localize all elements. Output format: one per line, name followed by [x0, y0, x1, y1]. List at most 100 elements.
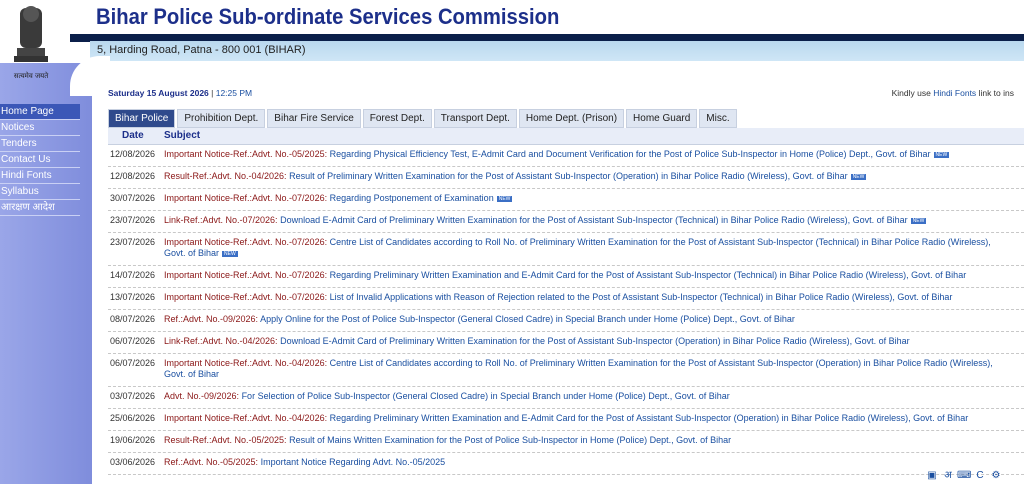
language-tool-icon[interactable]: ▣: [925, 470, 939, 482]
sidebar-item-reservation[interactable]: आरक्षण आदेश: [0, 200, 80, 216]
row-text[interactable]: Regarding Preliminary Written Examinatio…: [330, 413, 969, 423]
table-row[interactable]: 23/07/2026 Link-Ref.:Advt. No.-07/2026: D…: [108, 211, 1024, 233]
new-badge-icon: NEW: [222, 250, 238, 257]
department-tabs: Bihar Police Prohibition Dept. Bihar Fir…: [108, 109, 737, 128]
sidebar-item-tenders[interactable]: Tenders: [0, 136, 80, 152]
table-row[interactable]: 30/07/2026 Important Notice-Ref.:Advt. No…: [108, 189, 1024, 211]
row-text[interactable]: Regarding Physical Efficiency Test, E-Ad…: [330, 149, 931, 159]
sidebar-item-notices[interactable]: Notices: [0, 120, 80, 136]
tab-transport[interactable]: Transport Dept.: [433, 109, 517, 128]
keyboard-icon[interactable]: ⌨: [957, 470, 971, 482]
row-text[interactable]: Important Notice Regarding Advt. No.-05/…: [261, 457, 446, 467]
row-subject[interactable]: Important Notice-Ref.:Advt. No.-04/2026:…: [164, 413, 1010, 424]
table-row[interactable]: 13/07/2026 Important Notice-Ref.:Advt. No…: [108, 288, 1024, 310]
table-row[interactable]: 06/07/2026 Important Notice-Ref.:Advt. No…: [108, 354, 1024, 387]
row-date: 03/07/2026: [110, 391, 156, 401]
tab-home-guard[interactable]: Home Guard: [626, 109, 698, 128]
row-subject[interactable]: Ref.:Advt. No.-05/2025: Important Notice…: [164, 457, 1010, 468]
row-date: 03/06/2026: [110, 457, 156, 467]
tab-prohibition[interactable]: Prohibition Dept.: [177, 109, 266, 128]
table-row[interactable]: 08/07/2026 Ref.:Advt. No.-09/2026: Apply …: [108, 310, 1024, 332]
notice-table-header: Date Subject: [108, 128, 1024, 145]
row-subject[interactable]: Important Notice-Ref.:Advt. No.-07/2026:…: [164, 193, 1010, 204]
c-icon[interactable]: C: [973, 470, 987, 482]
row-date: 19/06/2026: [110, 435, 156, 445]
row-ref: Ref.:Advt. No.-09/2026:: [164, 314, 259, 324]
row-subject[interactable]: Important Notice-Ref.:Advt. No.-04/2026:…: [164, 358, 1010, 380]
row-text[interactable]: Result of Preliminary Written Examinatio…: [289, 171, 848, 181]
row-subject[interactable]: Link-Ref.:Advt. No.-07/2026: Download E-…: [164, 215, 1010, 226]
row-text[interactable]: Result of Mains Written Examination for …: [289, 435, 731, 445]
row-ref: Ref.:Advt. No.-05/2025:: [164, 457, 259, 467]
row-text[interactable]: For Selection of Police Sub-Inspector (G…: [242, 391, 730, 401]
hindi-font-note: Kindly use Hindi Fonts link to ins: [892, 88, 1014, 98]
hindi-note-suffix: link to ins: [978, 88, 1014, 98]
row-subject[interactable]: Ref.:Advt. No.-09/2026: Apply Online for…: [164, 314, 1010, 325]
notice-table: 12/08/2026 Important Notice-Ref.:Advt. No…: [108, 145, 1024, 475]
tab-home-prison[interactable]: Home Dept. (Prison): [518, 109, 625, 128]
address-text: 5, Harding Road, Patna - 800 001 (BIHAR): [97, 44, 306, 56]
row-ref: Important Notice-Ref.:Advt. No.-04/2026:: [164, 413, 328, 423]
table-row[interactable]: 19/06/2026 Result-Ref.:Advt. No.-05/2025:…: [108, 431, 1024, 453]
row-subject[interactable]: Important Notice-Ref.:Advt. No.-05/2025:…: [164, 149, 1010, 160]
site-title: Bihar Police Sub-ordinate Services Commi…: [96, 4, 560, 29]
row-text[interactable]: Apply Online for the Post of Police Sub-…: [260, 314, 795, 324]
current-date: Saturday 15 August 2026: [108, 88, 209, 98]
tab-forest[interactable]: Forest Dept.: [362, 109, 432, 128]
tab-fire-service[interactable]: Bihar Fire Service: [267, 109, 361, 128]
sidebar-item-syllabus[interactable]: Syllabus: [0, 184, 80, 200]
table-row[interactable]: 25/06/2026 Important Notice-Ref.:Advt. No…: [108, 409, 1024, 431]
row-subject[interactable]: Result-Ref.:Advt. No.-05/2025: Result of…: [164, 435, 1010, 446]
emblem-logo: सत्यमेव जयते: [0, 0, 62, 86]
row-subject[interactable]: Important Notice-Ref.:Advt. No.-07/2026:…: [164, 270, 1010, 281]
ashoka-emblem-icon: सत्यमेव जयते: [14, 6, 49, 80]
table-row[interactable]: 03/06/2026 Ref.:Advt. No.-05/2025: Import…: [108, 453, 1024, 475]
row-text[interactable]: Regarding Postponement of Examination: [330, 193, 494, 203]
new-badge-icon: NEW: [933, 151, 950, 158]
table-row[interactable]: 23/07/2026 Important Notice-Ref.:Advt. No…: [108, 233, 1024, 266]
row-ref: Important Notice-Ref.:Advt. No.-04/2026:: [164, 358, 328, 368]
row-text[interactable]: Download E-Admit Card of Preliminary Wri…: [280, 336, 910, 346]
row-subject[interactable]: Important Notice-Ref.:Advt. No.-07/2026:…: [164, 237, 1010, 259]
sidebar-item-contact[interactable]: Contact Us: [0, 152, 80, 168]
new-badge-icon: NEW: [850, 173, 867, 180]
row-subject[interactable]: Important Notice-Ref.:Advt. No.-07/2026:…: [164, 292, 1010, 303]
row-date: 06/07/2026: [110, 336, 156, 346]
row-date: 23/07/2026: [110, 237, 156, 247]
hindi-fonts-link[interactable]: Hindi Fonts: [933, 88, 976, 98]
column-header-subject: Subject: [164, 130, 201, 141]
sidebar-item-hindi-fonts[interactable]: Hindi Fonts: [0, 168, 80, 184]
gear-icon[interactable]: ⚙: [989, 470, 1003, 482]
column-header-date: Date: [122, 130, 144, 141]
tab-misc[interactable]: Misc.: [699, 109, 737, 128]
current-time: 12:25 PM: [215, 88, 253, 98]
bottom-toolbar: ▣ अ ⌨ C ⚙: [925, 470, 1003, 482]
new-badge-icon: NEW: [496, 195, 513, 202]
row-subject[interactable]: Result-Ref.:Advt. No.-04/2026: Result of…: [164, 171, 1010, 182]
row-ref: Important Notice-Ref.:Advt. No.-07/2026:: [164, 237, 328, 247]
row-date: 23/07/2026: [110, 215, 156, 225]
row-ref: Important Notice-Ref.:Advt. No.-05/2025:: [164, 149, 328, 159]
row-ref: Result-Ref.:Advt. No.-05/2025:: [164, 435, 287, 445]
row-text[interactable]: List of Invalid Applications with Reason…: [330, 292, 953, 302]
table-row[interactable]: 12/08/2026 Important Notice-Ref.:Advt. No…: [108, 145, 1024, 167]
table-row[interactable]: 03/07/2026 Advt. No.-09/2026: For Selecti…: [108, 387, 1024, 409]
table-row[interactable]: 14/07/2026 Important Notice-Ref.:Advt. No…: [108, 266, 1024, 288]
row-text[interactable]: Regarding Preliminary Written Examinatio…: [330, 270, 967, 280]
sidebar-item-home[interactable]: Home Page: [0, 104, 80, 120]
table-row[interactable]: 12/08/2026 Result-Ref.:Advt. No.-04/2026:…: [108, 167, 1024, 189]
row-subject[interactable]: Link-Ref.:Advt. No.-04/2026: Download E-…: [164, 336, 1010, 347]
row-text[interactable]: Download E-Admit Card of Preliminary Wri…: [280, 215, 908, 225]
emblem-caption: सत्यमेव जयते: [14, 71, 49, 80]
sidebar-menu: Home Page Notices Tenders Contact Us Hin…: [0, 104, 80, 216]
new-badge-icon: NEW: [910, 217, 927, 224]
hindi-input-icon[interactable]: अ: [941, 470, 955, 482]
row-date: 30/07/2026: [110, 193, 156, 203]
row-ref: Result-Ref.:Advt. No.-04/2026:: [164, 171, 287, 181]
hindi-note-prefix: Kindly use: [891, 88, 931, 98]
row-subject[interactable]: Advt. No.-09/2026: For Selection of Poli…: [164, 391, 1010, 402]
tab-bihar-police[interactable]: Bihar Police: [108, 109, 176, 128]
row-ref: Important Notice-Ref.:Advt. No.-07/2026:: [164, 270, 328, 280]
row-date: 12/08/2026: [110, 171, 156, 181]
table-row[interactable]: 06/07/2026 Link-Ref.:Advt. No.-04/2026: D…: [108, 332, 1024, 354]
